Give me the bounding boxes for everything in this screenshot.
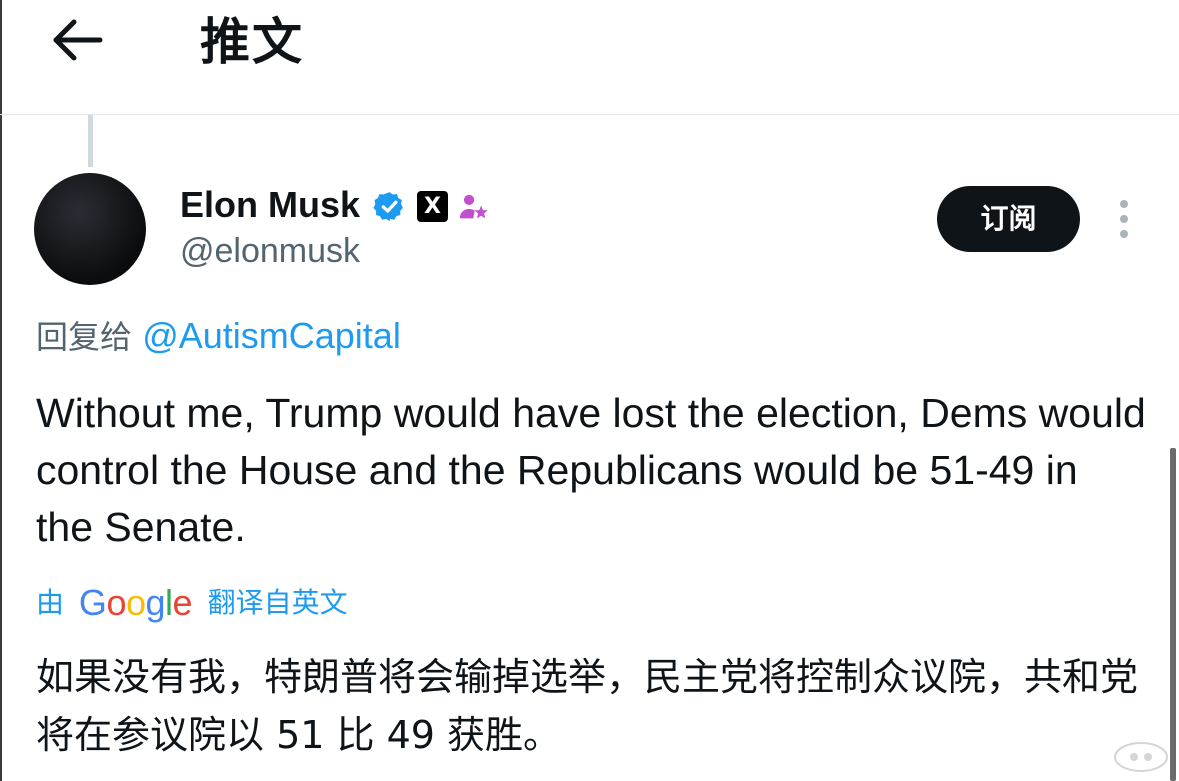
x-logo-icon[interactable]: X	[417, 191, 448, 222]
author-display-name[interactable]: Elon Musk	[180, 183, 360, 227]
tweet-text: Without me, Trump would have lost the el…	[36, 390, 1146, 550]
translation-by-label: 由	[36, 586, 65, 619]
translation-source-label[interactable]: 翻译自英文	[208, 586, 348, 619]
subscribe-button[interactable]: 订阅	[937, 186, 1080, 252]
thread-connector-line	[88, 115, 93, 167]
author-avatar[interactable]	[34, 173, 146, 285]
reply-prefix: 回复给	[36, 318, 133, 356]
back-button[interactable]	[50, 14, 106, 66]
google-logo: Google	[78, 582, 193, 623]
watermark-icon	[1114, 742, 1168, 772]
arrow-left-icon	[53, 19, 103, 61]
translation-attribution: 由 Google 翻译自英文	[36, 580, 348, 625]
reply-mention-link[interactable]: @AutismCapital	[142, 315, 401, 356]
verified-badge-icon[interactable]	[373, 190, 406, 223]
author-handle[interactable]: @elonmusk	[180, 229, 360, 273]
window-edge	[0, 0, 2, 781]
scrollbar[interactable]	[1170, 448, 1176, 781]
header-bar: 推文	[0, 0, 1179, 115]
more-vertical-icon[interactable]	[1108, 196, 1140, 242]
person-star-icon[interactable]	[457, 190, 491, 224]
translated-text: 如果没有我，特朗普将会输掉选举，民主党将控制众议院，共和党将在参议院以 51 比…	[36, 655, 1139, 757]
page-title: 推文	[200, 13, 304, 71]
reply-context: 回复给 @AutismCapital	[36, 313, 401, 360]
